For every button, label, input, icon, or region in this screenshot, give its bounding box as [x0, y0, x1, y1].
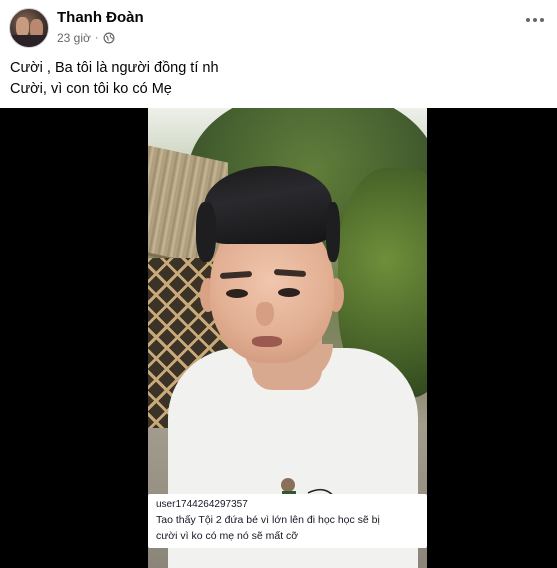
- author-avatar[interactable]: [9, 8, 49, 48]
- avatar-figure-left: [16, 17, 29, 37]
- post-media[interactable]: user1744264297357 Tao thấy Tội 2 đứa bé …: [0, 108, 557, 568]
- person-nose: [256, 302, 274, 326]
- caption-line: Cười, vì con tôi ko có Mẹ: [10, 81, 172, 97]
- person-hair-side: [326, 202, 340, 262]
- post-header: Thanh Đoàn 23 giờ ·: [0, 0, 557, 52]
- tiktok-comment-sticker: user1744264297357 Tao thấy Tội 2 đứa bé …: [148, 494, 427, 548]
- meta-separator: ·: [94, 32, 99, 44]
- comment-username: user1744264297357: [156, 499, 248, 510]
- author-name[interactable]: Thanh Đoàn: [57, 9, 144, 26]
- more-options-icon[interactable]: [521, 10, 549, 30]
- comment-text: Tao thấy Tội 2 đứa bé vì lớn lên đi học …: [156, 512, 419, 544]
- more-dot: [540, 18, 544, 22]
- avatar-shoulders: [10, 35, 48, 47]
- facebook-post: Thanh Đoàn 23 giờ · Cười , Ba tôi là ngư…: [0, 0, 557, 568]
- globe-icon[interactable]: [103, 32, 115, 44]
- comment-line: Tao thấy Tội 2 đứa bé vì lớn lên đi học …: [156, 514, 380, 526]
- more-dot: [533, 18, 537, 22]
- post-meta: 23 giờ ·: [57, 31, 115, 45]
- caption-line: Cười , Ba tôi là người đồng tí nh: [10, 60, 219, 76]
- more-dot: [526, 18, 530, 22]
- person-eye: [226, 289, 248, 298]
- person-hair-side: [196, 202, 216, 262]
- post-time[interactable]: 23 giờ: [57, 31, 91, 45]
- person-eye: [278, 288, 300, 297]
- person-mouth: [252, 336, 282, 347]
- person-hair: [204, 166, 332, 244]
- comment-line: cười vì ko có mẹ nó sẽ mất cỡ: [156, 530, 299, 542]
- post-caption: Cười , Ba tôi là người đồng tí nh Cười, …: [10, 58, 219, 100]
